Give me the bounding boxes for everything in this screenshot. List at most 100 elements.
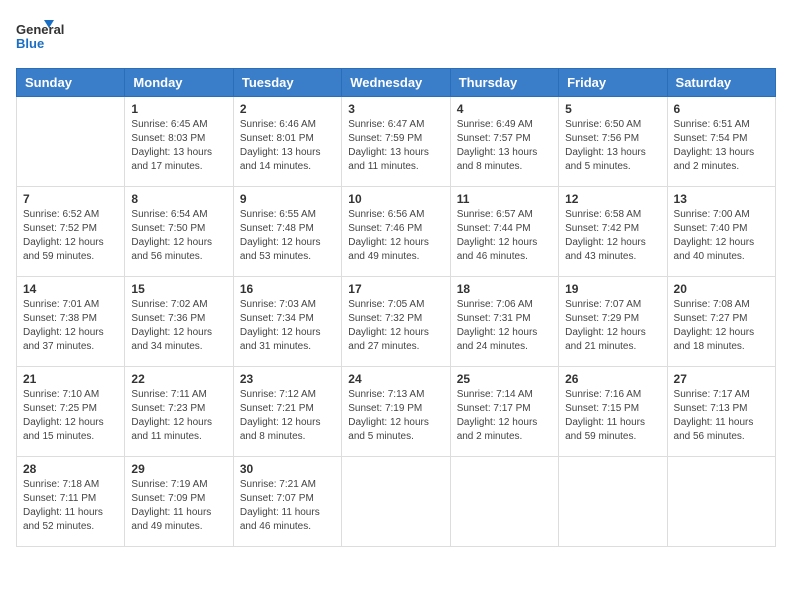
day-number: 24 (348, 372, 443, 386)
day-number: 8 (131, 192, 226, 206)
weekday-header-row: SundayMondayTuesdayWednesdayThursdayFrid… (17, 69, 776, 97)
calendar-cell: 17Sunrise: 7:05 AM Sunset: 7:32 PM Dayli… (342, 277, 450, 367)
day-info: Sunrise: 6:58 AM Sunset: 7:42 PM Dayligh… (565, 208, 660, 264)
day-number: 19 (565, 282, 660, 296)
calendar-cell: 9 Sunrise: 6:55 AM Sunset: 7:48 PM Daylig… (233, 187, 341, 277)
day-info: Sunrise: 7:01 AM Sunset: 7:38 PM Dayligh… (23, 298, 118, 354)
weekday-header-wednesday: Wednesday (342, 69, 450, 97)
day-info: Sunrise: 7:03 AM Sunset: 7:34 PM Dayligh… (240, 298, 335, 354)
calendar-cell: 13 Sunrise: 7:00 AM Sunset: 7:40 PM Dayli… (667, 187, 775, 277)
day-info: Sunrise: 7:18 AM Sunset: 7:11 PM Dayligh… (23, 478, 118, 534)
day-number: 6 (674, 102, 769, 116)
day-number: 25 (457, 372, 552, 386)
calendar-cell: 27Sunrise: 7:17 AM Sunset: 7:13 PM Dayli… (667, 367, 775, 457)
calendar-cell: 30 Sunrise: 7:21 AM Sunset: 7:07 PM Dayli… (233, 457, 341, 547)
logo-icon: GeneralBlue (16, 16, 66, 56)
calendar-cell: 2 Sunrise: 6:46 AM Sunset: 8:01 PM Daylig… (233, 97, 341, 187)
day-info: Sunrise: 7:19 AM Sunset: 7:09 PM Dayligh… (131, 478, 226, 534)
day-number: 21 (23, 372, 118, 386)
day-info: Sunrise: 7:00 AM Sunset: 7:40 PM Dayligh… (674, 208, 769, 264)
day-number: 17 (348, 282, 443, 296)
week-row-2: 7 Sunrise: 6:52 AM Sunset: 7:52 PM Daylig… (17, 187, 776, 277)
weekday-header-thursday: Thursday (450, 69, 558, 97)
day-number: 5 (565, 102, 660, 116)
day-info: Sunrise: 6:49 AM Sunset: 7:57 PM Dayligh… (457, 118, 552, 174)
day-info: Sunrise: 6:55 AM Sunset: 7:48 PM Dayligh… (240, 208, 335, 264)
calendar-cell: 28Sunrise: 7:18 AM Sunset: 7:11 PM Dayli… (17, 457, 125, 547)
calendar-cell: 22 Sunrise: 7:11 AM Sunset: 7:23 PM Dayli… (125, 367, 233, 457)
week-row-5: 28Sunrise: 7:18 AM Sunset: 7:11 PM Dayli… (17, 457, 776, 547)
day-number: 26 (565, 372, 660, 386)
day-info: Sunrise: 7:10 AM Sunset: 7:25 PM Dayligh… (23, 388, 118, 444)
day-info: Sunrise: 6:45 AM Sunset: 8:03 PM Dayligh… (131, 118, 226, 174)
weekday-header-tuesday: Tuesday (233, 69, 341, 97)
day-number: 9 (240, 192, 335, 206)
day-info: Sunrise: 7:06 AM Sunset: 7:31 PM Dayligh… (457, 298, 552, 354)
calendar-table: SundayMondayTuesdayWednesdayThursdayFrid… (16, 68, 776, 547)
calendar-cell (342, 457, 450, 547)
day-info: Sunrise: 6:51 AM Sunset: 7:54 PM Dayligh… (674, 118, 769, 174)
day-info: Sunrise: 6:46 AM Sunset: 8:01 PM Dayligh… (240, 118, 335, 174)
weekday-header-saturday: Saturday (667, 69, 775, 97)
day-number: 7 (23, 192, 118, 206)
calendar-cell: 5 Sunrise: 6:50 AM Sunset: 7:56 PM Daylig… (559, 97, 667, 187)
day-number: 22 (131, 372, 226, 386)
day-info: Sunrise: 6:50 AM Sunset: 7:56 PM Dayligh… (565, 118, 660, 174)
day-number: 4 (457, 102, 552, 116)
day-info: Sunrise: 6:57 AM Sunset: 7:44 PM Dayligh… (457, 208, 552, 264)
day-number: 1 (131, 102, 226, 116)
calendar-cell: 8 Sunrise: 6:54 AM Sunset: 7:50 PM Daylig… (125, 187, 233, 277)
svg-text:Blue: Blue (16, 36, 44, 51)
calendar-cell (17, 97, 125, 187)
day-info: Sunrise: 7:11 AM Sunset: 7:23 PM Dayligh… (131, 388, 226, 444)
calendar-cell: 10 Sunrise: 6:56 AM Sunset: 7:46 PM Dayli… (342, 187, 450, 277)
calendar-cell: 4 Sunrise: 6:49 AM Sunset: 7:57 PM Daylig… (450, 97, 558, 187)
day-info: Sunrise: 7:02 AM Sunset: 7:36 PM Dayligh… (131, 298, 226, 354)
day-info: Sunrise: 7:07 AM Sunset: 7:29 PM Dayligh… (565, 298, 660, 354)
weekday-header-monday: Monday (125, 69, 233, 97)
calendar-cell: 7 Sunrise: 6:52 AM Sunset: 7:52 PM Daylig… (17, 187, 125, 277)
calendar-cell: 6 Sunrise: 6:51 AM Sunset: 7:54 PM Daylig… (667, 97, 775, 187)
day-number: 30 (240, 462, 335, 476)
day-info: Sunrise: 7:21 AM Sunset: 7:07 PM Dayligh… (240, 478, 335, 534)
day-number: 23 (240, 372, 335, 386)
calendar-cell: 15 Sunrise: 7:02 AM Sunset: 7:36 PM Dayli… (125, 277, 233, 367)
day-number: 29 (131, 462, 226, 476)
week-row-1: 1 Sunrise: 6:45 AM Sunset: 8:03 PM Daylig… (17, 97, 776, 187)
day-number: 10 (348, 192, 443, 206)
calendar-cell: 19 Sunrise: 7:07 AM Sunset: 7:29 PM Dayli… (559, 277, 667, 367)
calendar-cell: 29 Sunrise: 7:19 AM Sunset: 7:09 PM Dayli… (125, 457, 233, 547)
weekday-header-sunday: Sunday (17, 69, 125, 97)
calendar-cell: 25Sunrise: 7:14 AM Sunset: 7:17 PM Dayli… (450, 367, 558, 457)
calendar-cell: 26 Sunrise: 7:16 AM Sunset: 7:15 PM Dayli… (559, 367, 667, 457)
day-number: 2 (240, 102, 335, 116)
day-number: 12 (565, 192, 660, 206)
calendar-cell: 16Sunrise: 7:03 AM Sunset: 7:34 PM Dayli… (233, 277, 341, 367)
weekday-header-friday: Friday (559, 69, 667, 97)
calendar-cell: 21 Sunrise: 7:10 AM Sunset: 7:25 PM Dayli… (17, 367, 125, 457)
day-info: Sunrise: 6:47 AM Sunset: 7:59 PM Dayligh… (348, 118, 443, 174)
calendar-cell: 3 Sunrise: 6:47 AM Sunset: 7:59 PM Daylig… (342, 97, 450, 187)
calendar-cell (667, 457, 775, 547)
day-number: 15 (131, 282, 226, 296)
day-info: Sunrise: 7:17 AM Sunset: 7:13 PM Dayligh… (674, 388, 769, 444)
calendar-cell: 1 Sunrise: 6:45 AM Sunset: 8:03 PM Daylig… (125, 97, 233, 187)
week-row-3: 14 Sunrise: 7:01 AM Sunset: 7:38 PM Dayli… (17, 277, 776, 367)
calendar-cell: 20Sunrise: 7:08 AM Sunset: 7:27 PM Dayli… (667, 277, 775, 367)
day-number: 13 (674, 192, 769, 206)
day-number: 18 (457, 282, 552, 296)
day-info: Sunrise: 6:52 AM Sunset: 7:52 PM Dayligh… (23, 208, 118, 264)
calendar-cell: 18 Sunrise: 7:06 AM Sunset: 7:31 PM Dayli… (450, 277, 558, 367)
day-info: Sunrise: 6:56 AM Sunset: 7:46 PM Dayligh… (348, 208, 443, 264)
day-number: 14 (23, 282, 118, 296)
day-info: Sunrise: 7:08 AM Sunset: 7:27 PM Dayligh… (674, 298, 769, 354)
day-info: Sunrise: 7:16 AM Sunset: 7:15 PM Dayligh… (565, 388, 660, 444)
calendar-cell: 12 Sunrise: 6:58 AM Sunset: 7:42 PM Dayli… (559, 187, 667, 277)
calendar-cell: 24Sunrise: 7:13 AM Sunset: 7:19 PM Dayli… (342, 367, 450, 457)
calendar-cell: 11 Sunrise: 6:57 AM Sunset: 7:44 PM Dayli… (450, 187, 558, 277)
day-info: Sunrise: 6:54 AM Sunset: 7:50 PM Dayligh… (131, 208, 226, 264)
logo: GeneralBlue (16, 16, 66, 56)
day-number: 11 (457, 192, 552, 206)
day-number: 3 (348, 102, 443, 116)
day-info: Sunrise: 7:12 AM Sunset: 7:21 PM Dayligh… (240, 388, 335, 444)
